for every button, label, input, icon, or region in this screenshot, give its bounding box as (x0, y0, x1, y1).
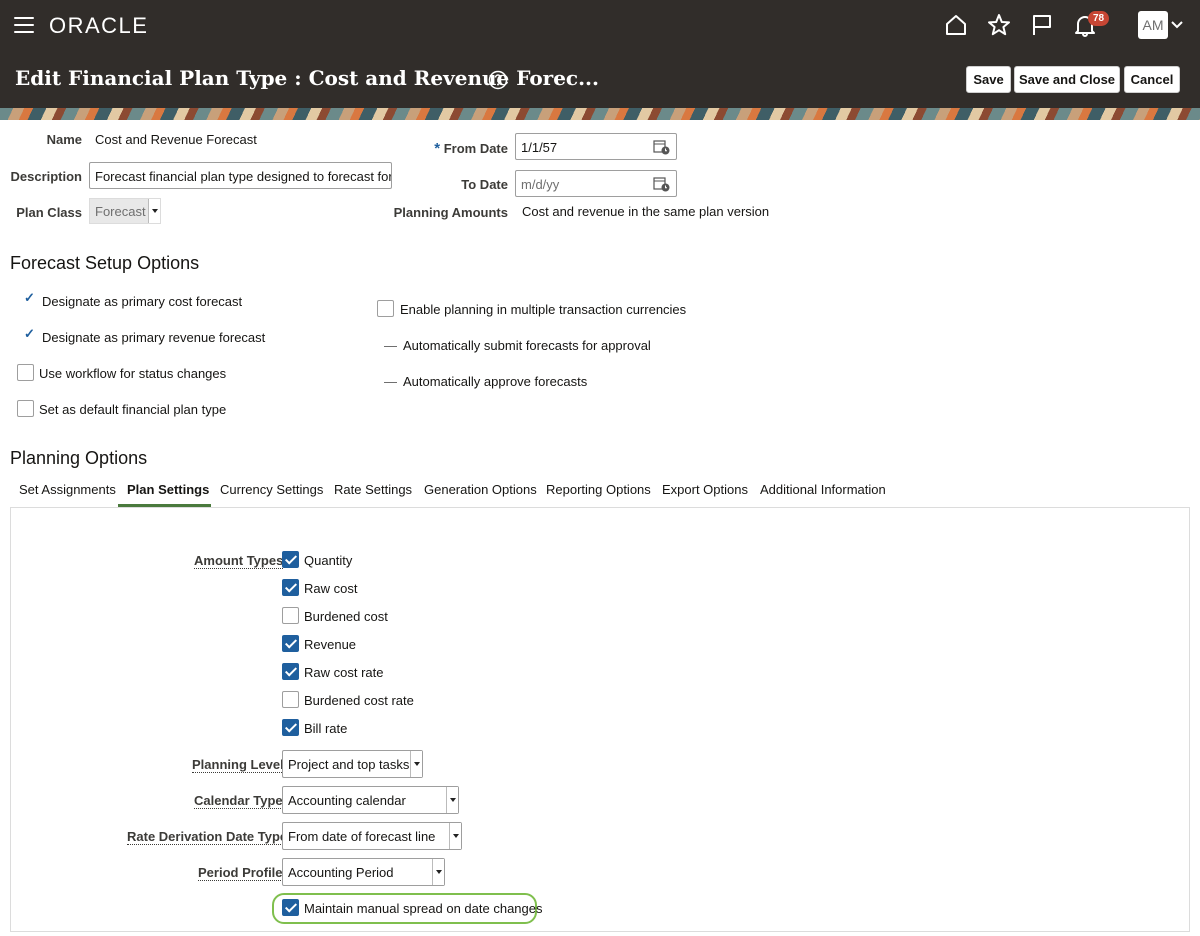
raw-cost-rate-checkbox[interactable] (282, 663, 299, 680)
to-date-label: To Date (461, 177, 508, 192)
planning-amounts-value: Cost and revenue in the same plan versio… (522, 204, 770, 219)
plan-class-select: Forecast (89, 198, 161, 224)
name-label: Name (46, 132, 82, 147)
dash-icon (384, 382, 397, 383)
tab-set-assignments[interactable]: Set Assignments (19, 482, 116, 497)
page-header: Edit Financial Plan Type : Cost and Reve… (0, 52, 1200, 108)
planning-level-select[interactable]: Project and top tasks (282, 750, 423, 778)
auto-approve-option: Automatically approve forecasts (403, 374, 588, 389)
from-date-value: 1/1/57 (521, 140, 558, 155)
chevron-down-icon (410, 751, 422, 777)
oracle-logo[interactable]: ORACLE (49, 13, 148, 39)
quantity-checkbox[interactable] (282, 551, 299, 568)
primary-cost-option: Designate as primary cost forecast (42, 294, 243, 309)
raw-cost-rate-label: Raw cost rate (304, 665, 384, 680)
rate-derivation-value: From date of forecast line (288, 829, 436, 844)
revenue-checkbox[interactable] (282, 635, 299, 652)
tab-rate-settings[interactable]: Rate Settings (334, 482, 412, 497)
tab-export-options[interactable]: Export Options (662, 482, 748, 497)
planning-level-label: Planning Level (192, 757, 284, 773)
quantity-label: Quantity (304, 553, 353, 568)
home-icon[interactable] (943, 12, 969, 38)
workflow-label: Use workflow for status changes (39, 366, 227, 381)
plan-settings-panel (10, 507, 1190, 932)
calendar-icon[interactable] (653, 139, 670, 155)
primary-revenue-option: Designate as primary revenue forecast (42, 330, 266, 345)
plan-class-label: Plan Class (16, 205, 82, 220)
tab-currency-settings[interactable]: Currency Settings (220, 482, 323, 497)
decorative-banner (0, 108, 1200, 120)
bill-rate-checkbox[interactable] (282, 719, 299, 736)
chevron-down-icon (432, 859, 444, 885)
period-profile-select[interactable]: Accounting Period (282, 858, 445, 886)
planning-amounts-label: Planning Amounts (393, 205, 508, 220)
required-indicator: * (434, 140, 441, 157)
calendar-type-value: Accounting calendar (288, 793, 406, 808)
from-date-input[interactable]: 1/1/57 (515, 133, 677, 160)
primary-cost-check-icon: ✓ (24, 290, 35, 305)
forecast-setup-heading: Forecast Setup Options (10, 253, 200, 273)
cancel-button[interactable]: Cancel (1124, 66, 1180, 93)
burdened-cost-rate-label: Burdened cost rate (304, 693, 414, 708)
dash-icon (384, 346, 397, 347)
plan-class-value: Forecast (95, 204, 146, 219)
chevron-down-icon (449, 823, 461, 849)
period-profile-label: Period Profile (198, 865, 283, 881)
tab-generation-options[interactable]: Generation Options (424, 482, 537, 497)
global-header: ORACLE 78 AM (0, 0, 1200, 52)
notification-count-badge: 78 (1088, 11, 1110, 26)
planning-level-value: Project and top tasks (288, 757, 410, 772)
calendar-type-label: Calendar Type (194, 793, 283, 809)
raw-cost-checkbox[interactable] (282, 579, 299, 596)
flag-icon[interactable] (1029, 12, 1055, 38)
calendar-type-select[interactable]: Accounting calendar (282, 786, 459, 814)
revenue-label: Revenue (304, 637, 357, 652)
manual-spread-label: Maintain manual spread on date changes (304, 901, 543, 916)
burdened-cost-label: Burdened cost (304, 609, 388, 624)
user-avatar[interactable]: AM (1138, 11, 1168, 39)
workflow-checkbox[interactable] (17, 364, 34, 381)
chevron-down-icon[interactable] (1171, 19, 1183, 31)
chevron-down-icon (148, 199, 160, 223)
manual-spread-checkbox[interactable] (282, 899, 299, 916)
save-button[interactable]: Save (966, 66, 1011, 93)
auto-submit-option: Automatically submit forecasts for appro… (403, 338, 651, 353)
planning-options-heading: Planning Options (10, 448, 148, 468)
help-icon[interactable] (488, 70, 508, 90)
amount-types-label: Amount Types (194, 553, 284, 569)
tab-reporting-options[interactable]: Reporting Options (546, 482, 651, 497)
menu-icon[interactable] (14, 17, 34, 33)
page-title: Edit Financial Plan Type : Cost and Reve… (15, 66, 599, 90)
from-date-label-text: From Date (443, 141, 508, 156)
default-plan-type-label: Set as default financial plan type (39, 402, 227, 417)
tab-plan-settings[interactable]: Plan Settings (127, 482, 209, 497)
calendar-icon[interactable] (653, 176, 670, 192)
to-date-placeholder: m/d/yy (521, 177, 560, 192)
to-date-input[interactable]: m/d/yy (515, 170, 677, 197)
description-label: Description (10, 169, 82, 184)
name-value: Cost and Revenue Forecast (95, 132, 257, 147)
bill-rate-label: Bill rate (304, 721, 348, 736)
burdened-cost-checkbox[interactable] (282, 607, 299, 624)
description-input[interactable]: Forecast financial plan type designed to… (89, 162, 392, 189)
multi-currency-checkbox[interactable] (377, 300, 394, 317)
chevron-down-icon (446, 787, 458, 813)
favorites-star-icon[interactable] (986, 12, 1012, 38)
rate-derivation-date-type-label: Rate Derivation Date Type (127, 829, 288, 845)
from-date-label: * From Date (420, 140, 508, 157)
multi-currency-label: Enable planning in multiple transaction … (400, 302, 687, 317)
primary-revenue-check-icon: ✓ (24, 326, 35, 341)
tab-additional-information[interactable]: Additional Information (760, 482, 886, 497)
save-and-close-button[interactable]: Save and Close (1014, 66, 1120, 93)
burdened-cost-rate-checkbox[interactable] (282, 691, 299, 708)
raw-cost-label: Raw cost (304, 581, 358, 596)
period-profile-value: Accounting Period (288, 865, 394, 880)
rate-derivation-date-type-select[interactable]: From date of forecast line (282, 822, 462, 850)
default-plan-type-checkbox[interactable] (17, 400, 34, 417)
